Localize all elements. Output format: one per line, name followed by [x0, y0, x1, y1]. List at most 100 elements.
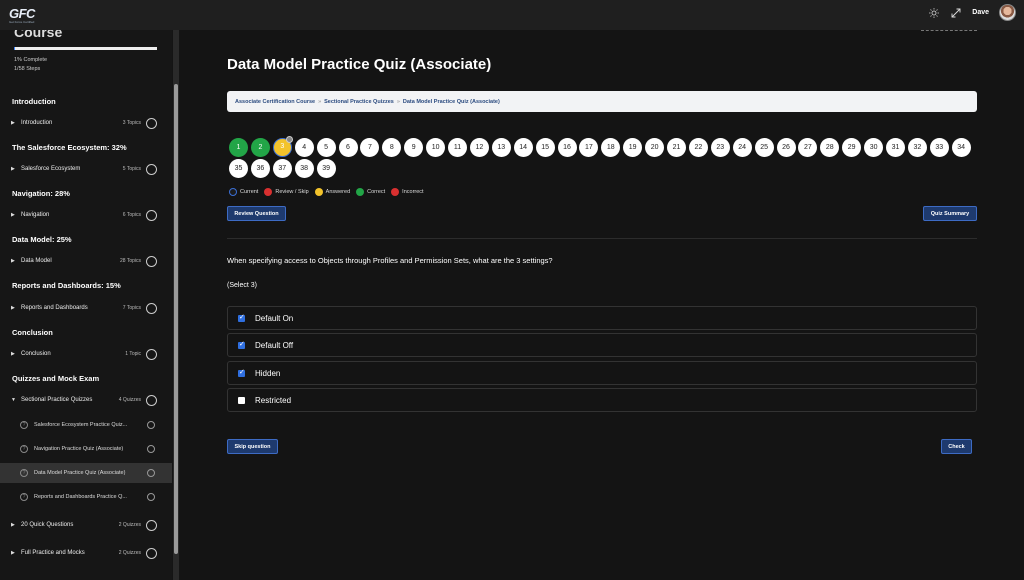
quiz-label: Data Model Practice Quiz (Associate) [34, 470, 126, 476]
sidebar-item-20-quick-questions[interactable]: ▶ 20 Quick Questions 2 Quizzes [0, 516, 172, 534]
question-number-button[interactable]: 27 [798, 138, 818, 157]
breadcrumb-link[interactable]: Associate Certification Course [235, 99, 315, 105]
quiz-item[interactable]: ? Reports and Dashboards Practice Q... [0, 487, 172, 507]
top-bar: GFC Get Force Certified Dave [0, 0, 1024, 30]
question-number-button[interactable]: 35 [229, 159, 248, 178]
question-number-button[interactable]: 39 [316, 159, 336, 178]
question-number-button[interactable]: 38 [294, 159, 314, 178]
skip-question-button[interactable]: Skip question [227, 439, 278, 454]
quiz-summary-button[interactable]: Quiz Summary [923, 206, 977, 221]
check-button[interactable]: Check [941, 439, 972, 454]
question-number-button[interactable]: 7 [360, 138, 380, 157]
question-number-button[interactable]: 22 [688, 138, 708, 157]
answer-option[interactable]: Restricted [227, 388, 977, 412]
status-circle-icon [146, 209, 157, 221]
question-number-button[interactable]: 24 [732, 138, 752, 157]
legend-dot-icon [264, 188, 273, 196]
question-number-button[interactable]: 2 [250, 138, 270, 157]
legend-item: Current [229, 188, 258, 196]
sidebar-item-label: Introduction [21, 120, 53, 126]
legend-item: Incorrect [391, 188, 424, 196]
question-number-button[interactable]: 28 [820, 138, 840, 157]
question-number-button[interactable]: 17 [579, 138, 599, 157]
status-circle-icon [146, 163, 157, 175]
question-number-button[interactable]: 23 [710, 138, 730, 157]
question-number-button[interactable]: 11 [448, 138, 467, 157]
avatar[interactable] [999, 4, 1016, 21]
question-number-button[interactable]: 16 [557, 138, 577, 157]
question-number-button[interactable]: 20 [645, 138, 665, 157]
question-number-button[interactable]: 30 [864, 138, 884, 157]
review-question-button[interactable]: Review Question [227, 206, 286, 221]
question-number-button[interactable]: 19 [623, 138, 643, 157]
quiz-item[interactable]: ? Salesforce Ecosystem Practice Quiz... [0, 415, 172, 435]
sidebar-item-label: Full Practice and Mocks [21, 550, 85, 556]
question-number-button[interactable]: 13 [491, 138, 511, 157]
question-number-button[interactable]: 25 [754, 138, 774, 157]
question-number-button[interactable]: 9 [404, 138, 424, 157]
caret-right-icon: ▶ [11, 258, 15, 264]
checkbox[interactable] [238, 368, 245, 377]
checkbox[interactable] [238, 340, 245, 349]
username[interactable]: Dave [972, 9, 989, 16]
legend-dot-icon [391, 188, 400, 196]
sidebar-item-reports-and-dashboards[interactable]: ▶ Reports and Dashboards 7 Topics [0, 299, 172, 317]
question-number-button[interactable]: 36 [250, 159, 270, 178]
question-number-button[interactable]: 31 [886, 138, 905, 157]
option-label: Restricted [255, 395, 292, 405]
answer-option[interactable]: Hidden [227, 361, 977, 385]
sidebar-item-data-model[interactable]: ▶ Data Model 28 Topics [0, 252, 172, 270]
sidebar-item-introduction[interactable]: ▶ Introduction 3 Topics [0, 114, 172, 132]
question-number-button[interactable]: 32 [907, 138, 927, 157]
quiz-item-active[interactable]: ? Data Model Practice Quiz (Associate) [0, 463, 172, 483]
top-divider [921, 30, 977, 31]
gfc-logo[interactable]: GFC Get Force Certified [9, 5, 41, 25]
select-instruction: (Select 3) [227, 282, 257, 289]
question-number-button[interactable]: 14 [513, 138, 533, 157]
question-number-button[interactable]: 4 [294, 138, 314, 157]
caret-right-icon: ▶ [11, 166, 15, 172]
question-number-button[interactable]: 15 [535, 138, 555, 157]
sidebar-item-label: Data Model [21, 258, 52, 264]
question-number-button[interactable]: 18 [601, 138, 621, 157]
checkbox[interactable] [238, 313, 245, 322]
sidebar-item-salesforce-ecosystem[interactable]: ▶ Salesforce Ecosystem 5 Topics [0, 160, 172, 178]
topic-count: 7 Topics [122, 305, 141, 311]
sidebar-item-sectional-practice-quizzes[interactable]: ▼ Sectional Practice Quizzes 4 Quizzes [0, 391, 172, 409]
expand-icon[interactable] [950, 7, 962, 19]
question-number-button[interactable]: 8 [382, 138, 402, 157]
progress-bar [14, 47, 157, 50]
question-number-button[interactable]: 34 [951, 138, 971, 157]
quiz-label: Salesforce Ecosystem Practice Quiz... [34, 422, 128, 428]
question-number-button[interactable]: 37 [272, 159, 292, 178]
question-number-button[interactable]: 10 [426, 138, 446, 157]
breadcrumb-current[interactable]: Data Model Practice Quiz (Associate) [403, 99, 500, 105]
sidebar-item-conclusion[interactable]: ▶ Conclusion 1 Topic [0, 345, 172, 363]
question-number-button[interactable]: 33 [929, 138, 949, 157]
breadcrumb-separator: » [396, 98, 400, 105]
sun-icon[interactable] [928, 7, 940, 19]
question-number-button[interactable]: 21 [667, 138, 686, 157]
breadcrumb-link[interactable]: Sectional Practice Quizzes [324, 99, 394, 105]
question-number-button[interactable]: 29 [842, 138, 862, 157]
caret-right-icon: ▶ [11, 305, 15, 311]
quiz-item[interactable]: ? Navigation Practice Quiz (Associate) [0, 439, 172, 459]
breadcrumb-separator: » [318, 98, 322, 105]
sidebar-item-full-practice-and-mocks[interactable]: ▶ Full Practice and Mocks 2 Quizzes [0, 544, 172, 562]
sidebar-item-navigation[interactable]: ▶ Navigation 6 Topics [0, 206, 172, 224]
legend-item: Correct [356, 188, 385, 196]
question-number-button[interactable]: 26 [776, 138, 796, 157]
answer-option[interactable]: Default Off [227, 333, 977, 357]
checkbox[interactable] [238, 396, 245, 404]
section-heading: Reports and Dashboards: 15% [12, 281, 121, 290]
legend-item: Answered [314, 188, 350, 196]
section-heading: Data Model: 25% [12, 235, 72, 244]
question-number-button[interactable]: 3 [272, 136, 293, 157]
scrollbar-thumb[interactable] [174, 84, 178, 554]
question-number-button[interactable]: 12 [469, 138, 489, 157]
question-number-button[interactable]: 5 [316, 138, 336, 157]
sidebar-scrollbar[interactable] [173, 30, 179, 580]
question-number-button[interactable]: 6 [338, 138, 358, 157]
question-number-button[interactable]: 1 [229, 138, 248, 157]
answer-option[interactable]: Default On [227, 306, 977, 330]
